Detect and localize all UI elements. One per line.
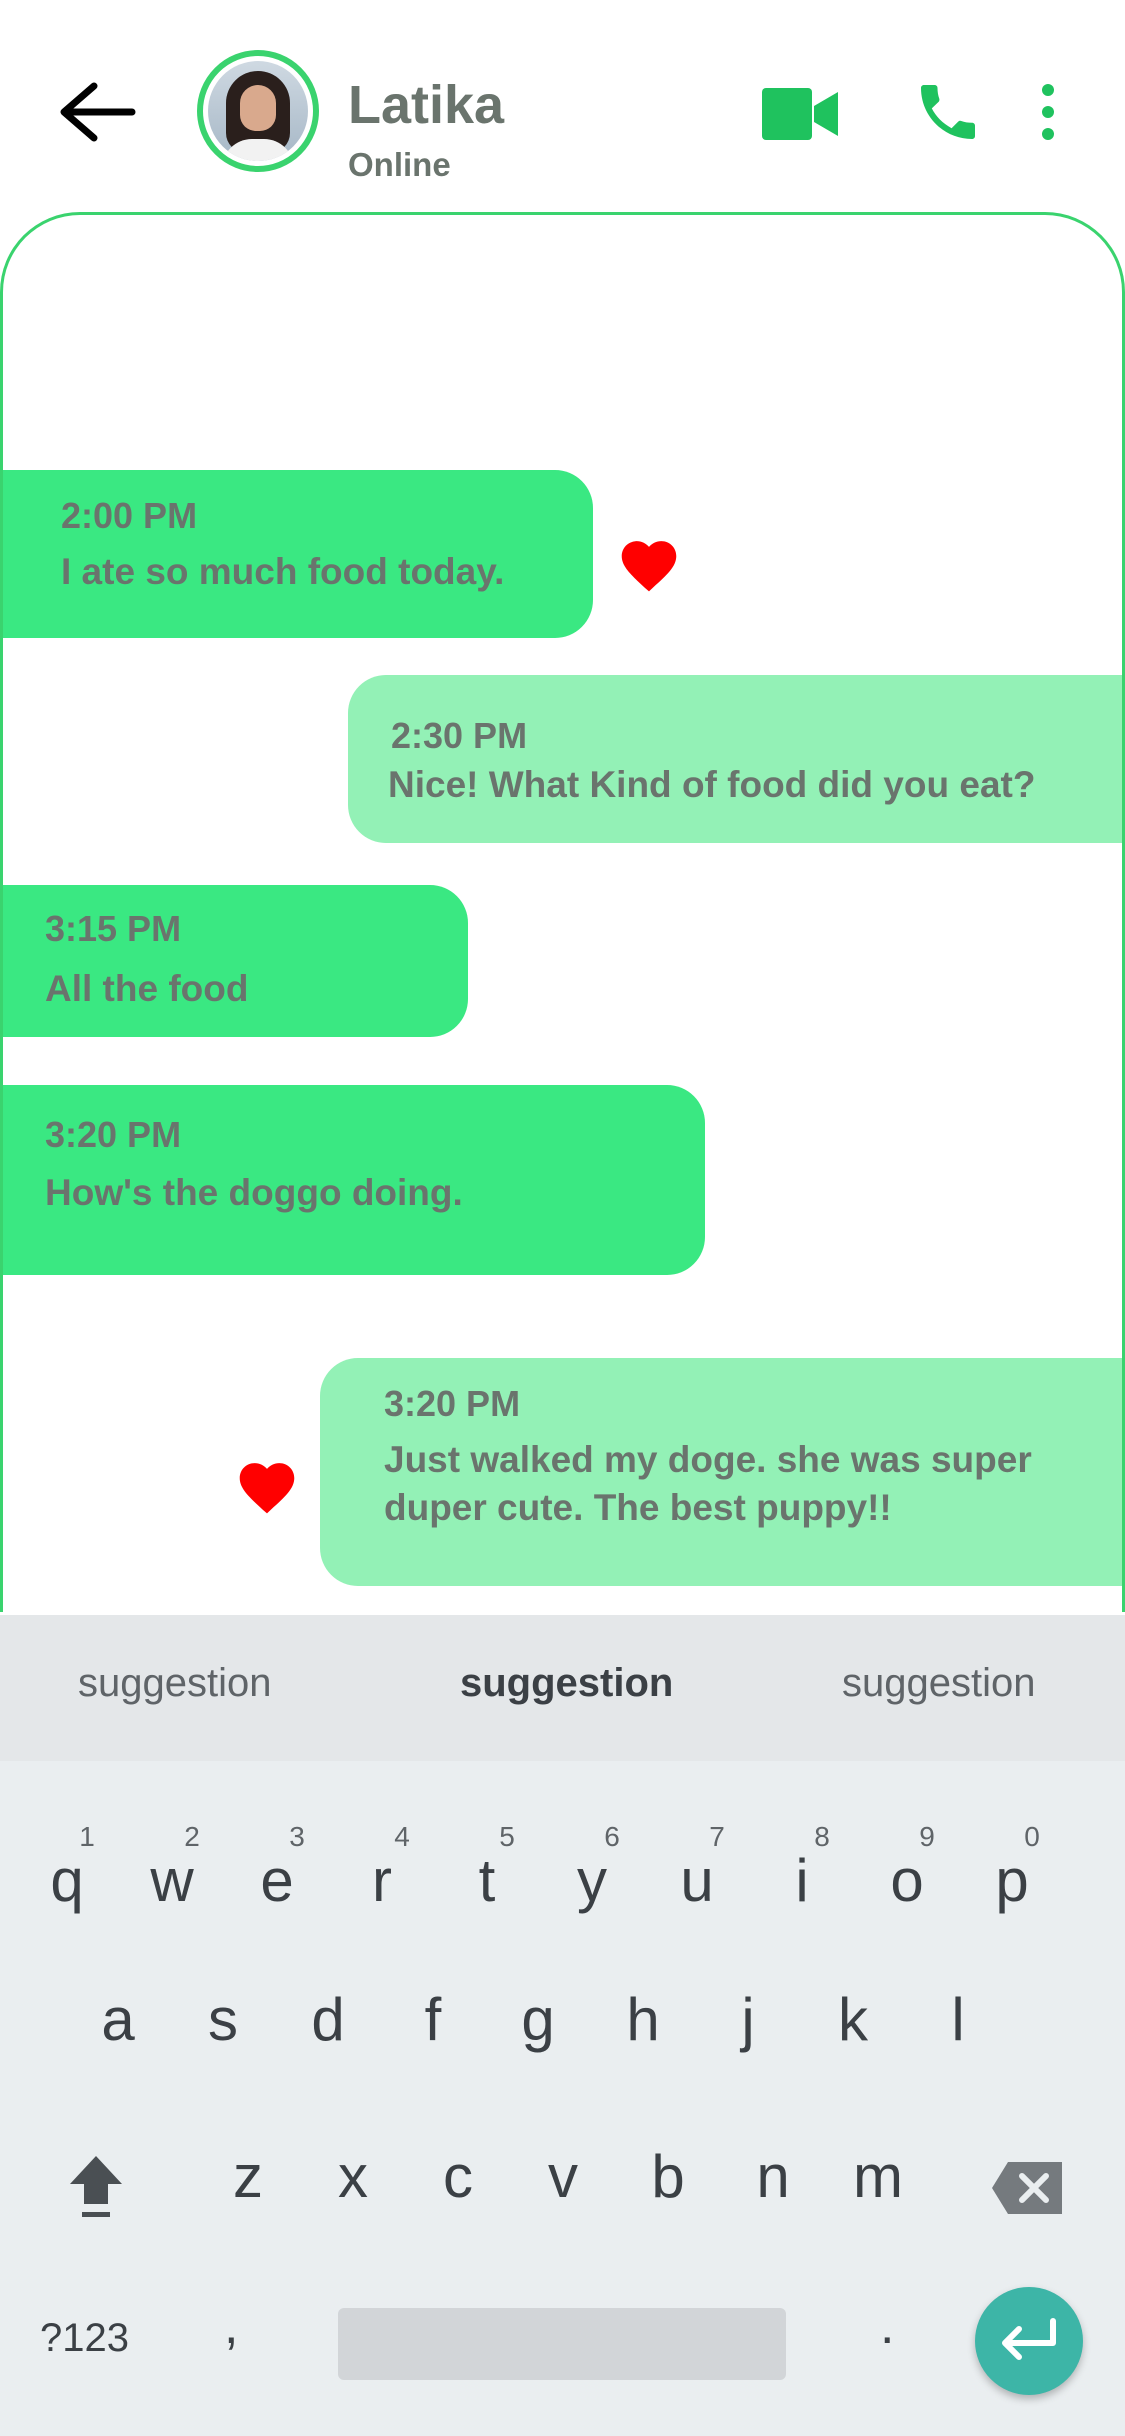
video-camera-icon[interactable] [760, 84, 840, 144]
key-e[interactable]: 3e [227, 1815, 327, 1935]
key-a[interactable]: a [68, 1970, 168, 2090]
key-r[interactable]: 4r [332, 1815, 432, 1935]
key-g[interactable]: g [488, 1970, 588, 2090]
suggestion-center[interactable]: suggestion [460, 1663, 673, 1703]
message-time: 2:30 PM [391, 715, 528, 756]
chat-thread[interactable]: 2:00 PM I ate so much food today. 2:30 P… [0, 212, 1125, 1612]
key-z[interactable]: z [198, 2127, 298, 2247]
message-bubble-incoming[interactable]: 2:00 PM I ate so much food today. [3, 470, 593, 638]
key-k[interactable]: k [803, 1970, 903, 2090]
key-p[interactable]: 0p [962, 1815, 1062, 1935]
message-time: 3:20 PM [384, 1383, 521, 1424]
message-bubble-outgoing[interactable]: 2:30 PM Nice! What Kind of food did you … [348, 675, 1122, 843]
message-text: All the food [45, 968, 249, 1009]
key-x[interactable]: x [303, 2127, 403, 2247]
message-text: Just walked my doge. she was super duper… [384, 1439, 1032, 1528]
message-time: 3:15 PM [45, 908, 182, 949]
heart-icon[interactable] [615, 533, 683, 593]
shift-icon[interactable] [66, 2152, 126, 2222]
contact-status: Online [348, 146, 451, 183]
key-s[interactable]: s [173, 1970, 273, 2090]
key-t[interactable]: 5t [437, 1815, 537, 1935]
key-m[interactable]: m [828, 2127, 928, 2247]
backspace-icon[interactable] [990, 2160, 1066, 2216]
key-v[interactable]: v [513, 2127, 613, 2247]
avatar-photo [208, 61, 308, 161]
suggestion-bar: suggestion suggestion suggestion [0, 1615, 1125, 1761]
message-text: How's the doggo doing. [45, 1172, 463, 1213]
key-c[interactable]: c [408, 2127, 508, 2247]
key-q[interactable]: 1q [17, 1815, 117, 1935]
enter-icon [1002, 2318, 1056, 2360]
message-bubble-outgoing[interactable]: 3:20 PM Just walked my doge. she was sup… [320, 1358, 1122, 1586]
key-o[interactable]: 9o [857, 1815, 957, 1935]
enter-button[interactable] [975, 2287, 1083, 2395]
contact-name[interactable]: Latika [348, 78, 504, 132]
comma-key[interactable]: , [224, 2300, 238, 2352]
back-arrow-icon[interactable] [52, 70, 142, 160]
key-b[interactable]: b [618, 2127, 718, 2247]
suggestion-left[interactable]: suggestion [78, 1663, 271, 1703]
phone-icon[interactable] [912, 76, 984, 148]
key-u[interactable]: 7u [647, 1815, 747, 1935]
spacebar[interactable] [338, 2308, 786, 2380]
heart-icon[interactable] [233, 1455, 301, 1515]
period-key[interactable]: . [880, 2300, 894, 2352]
key-h[interactable]: h [593, 1970, 693, 2090]
key-l[interactable]: l [908, 1970, 1008, 2090]
key-i[interactable]: 8i [752, 1815, 852, 1935]
contact-avatar[interactable] [197, 50, 319, 172]
message-bubble-incoming[interactable]: 3:20 PM How's the doggo doing. [3, 1085, 705, 1275]
message-bubble-incoming[interactable]: 3:15 PM All the food [3, 885, 468, 1037]
message-text: Nice! What Kind of food did you eat? [388, 764, 1036, 805]
more-vertical-icon[interactable] [1030, 80, 1066, 144]
key-f[interactable]: f [383, 1970, 483, 2090]
message-text: I ate so much food today. [61, 551, 505, 592]
key-y[interactable]: 6y [542, 1815, 642, 1935]
key-j[interactable]: j [698, 1970, 798, 2090]
chat-header: Latika Online [0, 0, 1125, 210]
message-time: 3:20 PM [45, 1114, 182, 1155]
message-time: 2:00 PM [61, 495, 198, 536]
key-w[interactable]: 2w [122, 1815, 222, 1935]
key-d[interactable]: d [278, 1970, 378, 2090]
suggestion-right[interactable]: suggestion [842, 1663, 1035, 1703]
symbols-key[interactable]: ?123 [40, 2318, 129, 2358]
key-n[interactable]: n [723, 2127, 823, 2247]
